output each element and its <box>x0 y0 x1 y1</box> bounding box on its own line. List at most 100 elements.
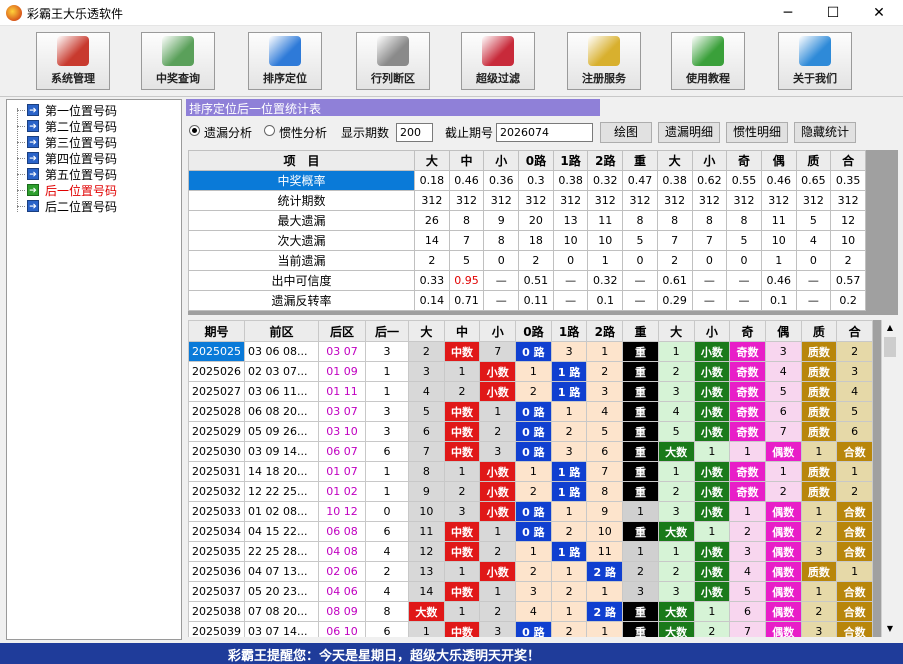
grid-cell: 02 06 <box>318 561 366 582</box>
scroll-thumb[interactable] <box>884 337 896 357</box>
minimize-button[interactable]: ─ <box>765 0 811 26</box>
tree-item-label: 第一位置号码 <box>45 104 118 118</box>
toolbar-button-label: 使用教程 <box>686 72 730 85</box>
grid-row[interactable]: 2025037 05 20 23... 04 06 4 14 中数 1 3 2 1 3 3 小数 5 偶数 1… <box>188 581 873 602</box>
grid-row[interactable]: 2025032 12 22 25... 01 02 1 9 2 小数 2 1 路 8 重 2 小数 奇数 2… <box>188 481 873 502</box>
grid-row[interactable]: 2025026 02 03 07... 01 09 1 3 1 小数 1 1 路 2 重 2 小数 奇数 4… <box>188 361 873 382</box>
grid-cell: 2 <box>729 521 766 542</box>
maximize-button[interactable]: ☐ <box>810 0 856 26</box>
grid-cell: 重 <box>622 601 659 622</box>
stats-cell: 0.65 <box>795 170 832 191</box>
grid-cell: 3 <box>657 581 695 602</box>
grid-row[interactable]: 2025030 03 09 14... 06 07 6 7 中数 3 0 路 3 6 重大数 1 1 偶数… <box>188 441 873 462</box>
tree-line <box>17 110 25 111</box>
grid-cell: 3 <box>408 361 445 382</box>
toolbar-button-7[interactable]: 使用教程 <box>671 32 745 90</box>
stats-row[interactable]: 最大遗漏 26 8 9 20 13 11 8 8 8 8 11 5 12 <box>187 210 866 231</box>
toolbar-button-label: 行列断区 <box>371 72 415 85</box>
tree-item-label: 后一位置号码 <box>45 184 118 198</box>
tree-item-label: 第五位置号码 <box>45 168 118 182</box>
stats-row[interactable]: 当前遗漏 2 5 0 2 0 1 0 2 0 0 1 0 2 <box>187 250 866 271</box>
grid-cell: 5 <box>729 581 766 602</box>
scroll-up-icon[interactable]: ▲ <box>882 320 898 336</box>
grid-row[interactable]: 2025029 05 09 26... 03 10 3 6 中数 2 0 路 2 5 重 5 小数 奇数 7… <box>188 421 873 442</box>
grid-cell: 2 <box>550 421 588 442</box>
grid-cell: 6 <box>764 401 802 422</box>
toolbar-button-5[interactable]: 超级过滤 <box>461 32 535 90</box>
toolbar-button-6[interactable]: 注册服务 <box>567 32 641 90</box>
grid-header-cell: 重 <box>622 320 659 342</box>
grid-cell: 重 <box>622 401 659 422</box>
grid-cell: 1 <box>515 541 552 562</box>
inertia-detail-button[interactable]: 惯性明细 <box>726 122 788 143</box>
toolbar-button-2[interactable]: 中奖查询 <box>141 32 215 90</box>
grid-row[interactable]: 2025035 22 25 28... 04 08 4 12 中数 2 1 1 路 11 1 1 小数 3… <box>188 541 873 562</box>
grid-cell: 3 <box>550 441 588 462</box>
grid-cell: 1 <box>443 361 481 382</box>
stats-cell: 312 <box>414 190 450 211</box>
stats-row[interactable]: 中奖概率 0.18 0.46 0.36 0.3 0.38 0.32 0.47 0.38 0.62 0… <box>187 170 866 191</box>
stats-cell: 0.71 <box>448 290 485 311</box>
stats-cell: 5 <box>726 230 762 251</box>
grid-cell: 6 <box>365 621 409 637</box>
grid-cell: 2025039 <box>188 621 245 637</box>
toolbar-button-label: 超级过滤 <box>476 72 520 85</box>
miss-analysis-radio[interactable] <box>189 125 200 136</box>
grid-cell: 重 <box>622 521 659 542</box>
stats-cell: 0.57 <box>830 270 866 291</box>
history-grid: 期号 前区 后区 后一大中小 0路 1路 2路重大小奇偶质合 2025025 03 06 08.… <box>188 320 873 637</box>
grid-cell: 合数 <box>836 521 873 542</box>
grid-row[interactable]: 2025028 06 08 20... 03 07 3 5 中数 1 0 路 1 4 重 4 小数 奇数 6… <box>188 401 873 422</box>
grid-row[interactable]: 2025036 04 07 13... 02 06 2 13 1 小数 2 1 2 路 2 2 小数 4 偶… <box>188 561 873 582</box>
scroll-down-icon[interactable]: ▼ <box>882 621 898 637</box>
toolbar-button-3[interactable]: 排序定位 <box>248 32 322 90</box>
stats-row[interactable]: 出中可信度 0.33 0.95—0.51—0.32—0.61— —0.46—0.57 <box>187 270 866 291</box>
grid-row[interactable]: 2025039 03 07 14... 06 10 6 1 中数 3 0 路 2 1 重大数 2 7 偶数… <box>188 621 873 637</box>
stats-cell: 26 <box>414 210 450 231</box>
stats-row[interactable]: 次大遗漏 14 7 8 18 10 10 5 7 7 5 10 4 10 <box>187 230 866 251</box>
phone-icon <box>799 36 831 66</box>
grid-row[interactable]: 2025038 07 08 20... 08 09 8 大数 1 2 4 1 2 路重大数 1 6 偶数… <box>188 601 873 622</box>
arrow-icon: ➔ <box>27 120 39 132</box>
grid-cell: 2025038 <box>188 601 245 622</box>
grid-row[interactable]: 2025027 03 06 11... 01 11 1 4 2 小数 2 1 路 3 重 3 小数 奇数 5… <box>188 381 873 402</box>
miss-detail-button[interactable]: 遗漏明细 <box>658 122 720 143</box>
stats-row[interactable]: 统计期数 312 312 312 312 312 312 312 312 312 312 312 312… <box>187 190 866 211</box>
draw-button[interactable]: 绘图 <box>600 122 652 143</box>
inertia-analysis-radio[interactable] <box>264 125 275 136</box>
main-panel: 排序定位后一位置统计表 遗漏分析 惯性分析 显示期数 200 截止期号 2026… <box>186 99 898 640</box>
stats-cell: 312 <box>622 190 658 211</box>
grid-row[interactable]: 2025033 01 02 08... 10 12 0 10 3 小数 0 路 1 9 1 3 小数 1 偶… <box>188 501 873 522</box>
grid-cell: 奇数 <box>729 361 766 382</box>
hide-stats-button[interactable]: 隐藏统计 <box>794 122 856 143</box>
stats-cell: 0.46 <box>448 170 485 191</box>
grid-cell: 1 <box>586 581 624 602</box>
stats-row[interactable]: 遗漏反转率 0.14 0.71—0.11—0.1—0.29— —0.1—0.2 <box>187 290 866 311</box>
close-button[interactable]: ✕ <box>856 0 902 26</box>
arrow-icon: ➔ <box>27 152 39 164</box>
grid-cell: 2025037 <box>188 581 245 602</box>
cutoff-input[interactable]: 2026074 <box>496 123 593 142</box>
stats-header-cell: 质 <box>795 150 832 171</box>
grid-cell: 3 <box>657 501 695 522</box>
grid-cell: 中数 <box>443 541 481 562</box>
grid-cell: 1 <box>693 441 731 462</box>
periods-input[interactable]: 200 <box>396 123 433 142</box>
toolbar-button-1[interactable]: 系统管理 <box>36 32 110 90</box>
stats-cell: 0.55 <box>726 170 762 191</box>
stats-cell: 13 <box>552 210 589 231</box>
grid-cell: 6 <box>365 521 409 542</box>
grid-cell: 1 <box>365 481 409 502</box>
grid-cell: 4 <box>408 381 445 402</box>
grid-row[interactable]: 2025031 14 18 20... 01 07 1 8 1 小数 1 1 路 7 重 1 小数 奇数 1… <box>188 461 873 482</box>
toolbar-button-4[interactable]: 行列断区 <box>356 32 430 90</box>
grid-cell: 12 <box>408 541 445 562</box>
grid-row[interactable]: 2025025 03 06 08... 03 07 3 2 中数 7 0 路 3 1 重 1 小数 奇数 3… <box>188 341 873 362</box>
vertical-scrollbar[interactable]: ▲ ▼ <box>881 320 898 637</box>
position-tree: ➔ 第一位置号码 ➔ 第二位置号码 ➔ 第三位置号码 ➔ 第四位置号码 ➔ 第五位置号码 ➔ 后一位置… <box>6 99 182 640</box>
tree-line <box>17 158 25 159</box>
stats-header-cell: 合 <box>830 150 866 171</box>
grid-row[interactable]: 2025034 04 15 22... 06 08 6 11 中数 1 0 路 2 10 重大数 1 2… <box>188 521 873 542</box>
grid-cell: 04 15 22... <box>244 521 319 542</box>
toolbar-button-8[interactable]: 关于我们 <box>778 32 852 90</box>
